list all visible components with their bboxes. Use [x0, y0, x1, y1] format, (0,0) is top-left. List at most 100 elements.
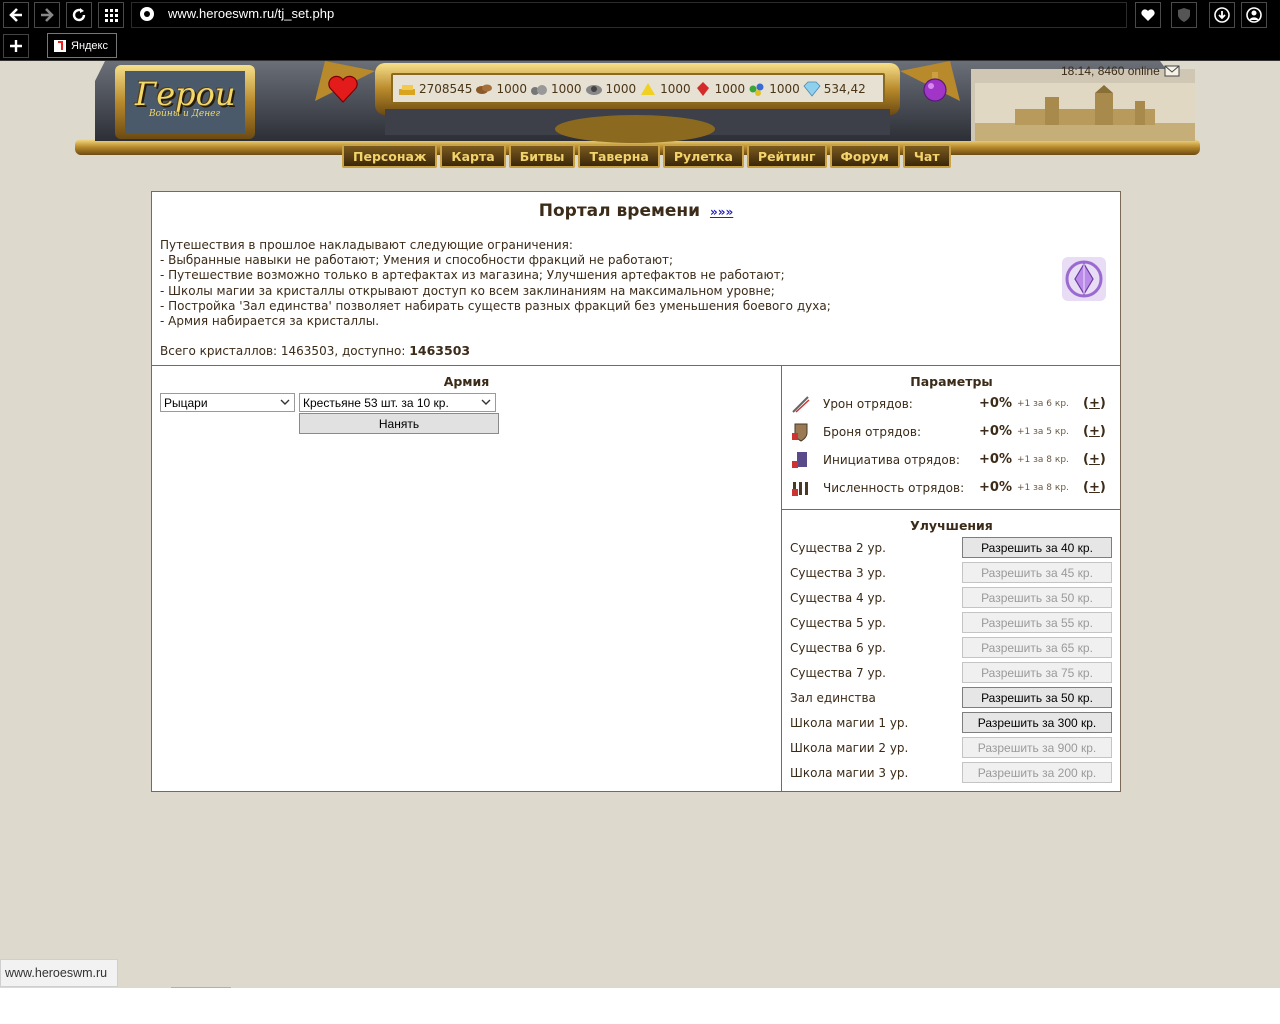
upgrade-button[interactable]: Разрешить за 40 кр.: [962, 537, 1112, 558]
menu-forum[interactable]: Форум: [829, 144, 900, 168]
menu-roulette[interactable]: Рулетка: [662, 144, 744, 168]
params-title: Параметры: [910, 374, 993, 389]
hire-button[interactable]: Нанять: [299, 413, 499, 434]
yandex-favicon-icon: [54, 39, 66, 52]
resource-sulfur: 1000: [638, 81, 691, 97]
game-header: Герои Войны и Денег 2708545 1000 1000 10…: [75, 61, 1200, 173]
user-icon: [1246, 7, 1262, 23]
rule-line: - Постройка 'Зал единства' позволяет наб…: [160, 298, 831, 313]
tab-label: Яндекс: [71, 39, 108, 52]
back-arrow-icon: [9, 8, 22, 22]
status-url: www.heroeswm.ru: [5, 966, 108, 980]
gems-icon: [749, 83, 764, 96]
menu-tavern[interactable]: Таверна: [578, 144, 660, 168]
upgrades-title: Улучшения: [910, 518, 993, 533]
upgrade-row: Школа магии 2 ур. Разрешить за 900 кр.: [790, 737, 1114, 758]
param-plus-initiative[interactable]: (+): [1083, 452, 1106, 467]
tabs-grid-button[interactable]: [98, 2, 124, 28]
resource-ore: 1000: [529, 81, 582, 97]
menu-map[interactable]: Карта: [440, 144, 506, 168]
param-row-damage: Урон отрядов: +0% +1 за 6 кр. (+): [790, 394, 1120, 414]
new-tab-button[interactable]: [3, 34, 29, 58]
rule-line: - Армия набирается за кристаллы.: [160, 314, 380, 329]
rule-line: - Школы магии за кристаллы открывают дос…: [160, 283, 775, 298]
rule-line: Путешествия в прошлое накладывают следую…: [160, 238, 573, 252]
upgrade-row: Существа 7 ур. Разрешить за 75 кр.: [790, 662, 1114, 683]
tab-bar: [0, 30, 1280, 61]
menu-character[interactable]: Персонаж: [342, 144, 438, 168]
upgrade-row: Школа магии 3 ур. Разрешить за 200 кр.: [790, 762, 1114, 783]
browser-toolbar: www.heroeswm.ru/tj_set.php: [0, 0, 1280, 30]
time-portal-panel: Портал времени »»» Путешествия в прошлое…: [151, 191, 1121, 792]
site-security-icon[interactable]: [139, 6, 155, 22]
ore-icon: [531, 84, 547, 95]
crystals-available: 1463503: [409, 343, 471, 358]
upgrade-row: Существа 3 ур. Разрешить за 45 кр.: [790, 562, 1114, 583]
upgrade-button[interactable]: Разрешить за 55 кр.: [962, 612, 1112, 633]
download-icon: [1214, 7, 1230, 23]
resource-diamonds: 534,42: [802, 81, 866, 97]
param-row-initiative: Инициатива отрядов: +0% +1 за 8 кр. (+): [790, 450, 1120, 470]
resource-wood: 1000: [474, 81, 527, 97]
online-indicator: 18:14, 8460 online: [1061, 64, 1180, 78]
upgrade-button[interactable]: Разрешить за 65 кр.: [962, 637, 1112, 658]
resource-gems: 1000: [747, 81, 800, 97]
rule-line: - Путешествие возможно только в артефакт…: [160, 268, 785, 283]
faction-select[interactable]: Рыцари: [160, 393, 295, 412]
diamond-icon: [803, 81, 821, 97]
upgrade-button[interactable]: Разрешить за 300 кр.: [962, 712, 1112, 733]
upgrade-button[interactable]: Разрешить за 50 кр.: [962, 687, 1112, 708]
damage-icon: [792, 396, 810, 413]
params-divider: [782, 509, 1121, 510]
param-plus-damage[interactable]: (+): [1083, 396, 1106, 411]
grid-icon: [105, 9, 118, 22]
menu-chat[interactable]: Чат: [902, 144, 951, 168]
online-text: 18:14, 8460 online: [1061, 64, 1160, 78]
downloads-button[interactable]: [1209, 2, 1235, 28]
protect-button[interactable]: [1171, 2, 1197, 28]
resource-gold: 2708545: [397, 81, 472, 97]
tab-yandex[interactable]: Яндекс: [47, 33, 117, 58]
crystals-icon: [696, 81, 709, 96]
back-button[interactable]: [3, 2, 29, 28]
reload-button[interactable]: [66, 2, 92, 28]
param-plus-armor[interactable]: (+): [1083, 424, 1106, 439]
army-title: Армия: [443, 374, 490, 389]
wood-icon: [476, 84, 493, 94]
mail-icon[interactable]: [1164, 65, 1180, 77]
menu-battles[interactable]: Битвы: [508, 144, 576, 168]
gold-icon: [399, 84, 415, 95]
heart-icon: [1141, 9, 1155, 21]
favorites-button[interactable]: [1135, 2, 1161, 28]
menu-rating[interactable]: Рейтинг: [746, 144, 827, 168]
param-plus-troops[interactable]: (+): [1083, 480, 1106, 495]
health-heart-icon[interactable]: [328, 75, 358, 103]
plus-icon: [10, 40, 22, 52]
portal-more-link[interactable]: »»»: [710, 205, 733, 219]
resources-bar: 2708545 1000 1000 1000 1000 1000 1000 53…: [391, 73, 885, 104]
url-text[interactable]: www.heroeswm.ru/tj_set.php: [168, 6, 334, 21]
reload-icon: [72, 8, 86, 22]
chevron-down-icon: [481, 399, 491, 405]
upgrade-button[interactable]: Разрешить за 200 кр.: [962, 762, 1112, 783]
forward-button[interactable]: [34, 2, 60, 28]
unit-select[interactable]: Крестьяне 53 шт. за 10 кр.: [299, 393, 496, 412]
upgrade-button[interactable]: Разрешить за 50 кр.: [962, 587, 1112, 608]
shield-icon: [1178, 8, 1190, 22]
upgrade-button[interactable]: Разрешить за 900 кр.: [962, 737, 1112, 758]
upgrade-row: Зал единства Разрешить за 50 кр.: [790, 687, 1114, 708]
upgrade-row: Существа 5 ур. Разрешить за 55 кр.: [790, 612, 1114, 633]
chevron-down-icon: [280, 399, 290, 405]
status-bar: www.heroeswm.ru: [0, 959, 118, 987]
upgrade-row: Существа 4 ур. Разрешить за 50 кр.: [790, 587, 1114, 608]
profile-button[interactable]: [1241, 2, 1267, 28]
mercury-icon: [585, 84, 602, 95]
armor-icon: [792, 423, 808, 442]
param-row-armor: Броня отрядов: +0% +1 за 5 кр. (+): [790, 422, 1120, 442]
main-menu: Персонаж Карта Битвы Таверна Рулетка Рей…: [342, 144, 951, 170]
upgrade-button[interactable]: Разрешить за 45 кр.: [962, 562, 1112, 583]
rule-line: - Выбранные навыки не работают; Умения и…: [160, 253, 674, 268]
resource-mercury: 1000: [584, 81, 636, 97]
upgrade-button[interactable]: Разрешить за 75 кр.: [962, 662, 1112, 683]
potion-icon[interactable]: [922, 71, 948, 103]
